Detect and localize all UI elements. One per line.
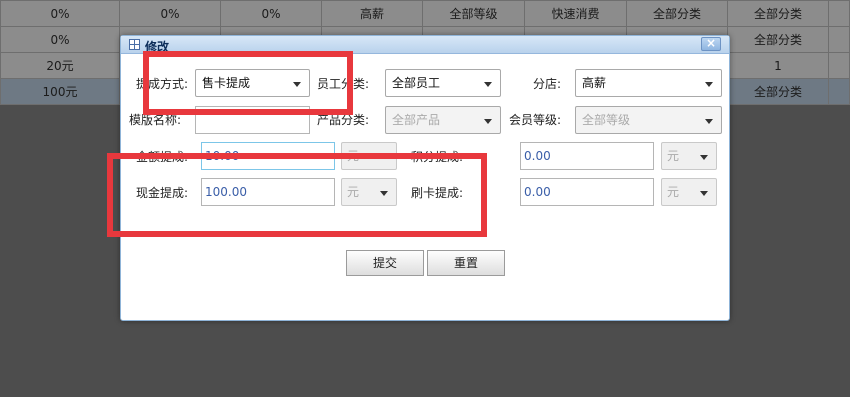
submit-button[interactable]: 提交 [346,250,424,276]
card-commission-input[interactable]: 0.00 [520,178,654,206]
member-level-value: 全部等级 [582,113,631,127]
branch-label: 分店: [533,77,562,91]
chevron-down-icon [705,82,713,87]
chevron-down-icon [484,119,492,124]
member-level-label: 会员等级: [509,113,562,127]
card-unit-select[interactable]: 元 [661,178,717,206]
branch-select[interactable]: 高薪 [575,69,722,97]
points-commission-input[interactable]: 0.00 [520,142,654,170]
window-icon [129,39,140,50]
product-category-select[interactable]: 全部产品 [385,106,501,134]
employee-category-select[interactable]: 全部员工 [385,69,501,97]
points-unit-value: 元 [667,149,680,163]
card-unit-value: 元 [667,185,680,199]
highlight-box-cash-card [107,153,487,237]
member-level-select[interactable]: 全部等级 [575,106,722,134]
employee-category-value: 全部员工 [392,76,441,90]
close-button[interactable]: × [701,37,721,51]
highlight-box-sale-method [143,51,353,115]
chevron-down-icon [700,191,708,196]
branch-value: 高薪 [582,76,607,90]
reset-button[interactable]: 重置 [427,250,505,276]
chevron-down-icon [700,155,708,160]
chevron-down-icon [705,119,713,124]
chevron-down-icon [484,82,492,87]
points-unit-select[interactable]: 元 [661,142,717,170]
product-category-value: 全部产品 [392,113,441,127]
